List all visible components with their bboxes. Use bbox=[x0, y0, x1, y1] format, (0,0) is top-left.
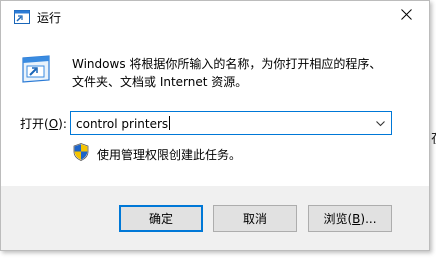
close-icon bbox=[401, 9, 412, 23]
admin-note: 使用管理权限创建此任务。 bbox=[97, 148, 242, 162]
dropdown-button[interactable] bbox=[371, 112, 389, 134]
open-mnemonic: O bbox=[48, 117, 59, 131]
button-bar: 确定 取消 浏览(B)... bbox=[1, 186, 429, 250]
description-line-1: Windows 将根据你所输入的名称，为你打开相应的程序、 bbox=[72, 57, 382, 71]
cancel-button[interactable]: 取消 bbox=[213, 205, 297, 232]
browse-mnemonic: B bbox=[352, 211, 361, 226]
open-combobox[interactable]: control printers bbox=[70, 111, 392, 135]
run-dialog: 运行 Windows 将根据你所输入的名称，为你打开相应的程序、 文件夹、文档或… bbox=[0, 0, 430, 251]
ok-button[interactable]: 确定 bbox=[119, 205, 203, 232]
description-text: Windows 将根据你所输入的名称，为你打开相应的程序、 文件夹、文档或 In… bbox=[72, 55, 412, 91]
background-window-text: 在 bbox=[431, 128, 436, 148]
open-label: 打开(O): bbox=[20, 117, 67, 131]
window-title: 运行 bbox=[37, 11, 62, 25]
title-bar[interactable]: 运行 bbox=[1, 1, 429, 31]
browse-button[interactable]: 浏览(B)... bbox=[308, 205, 392, 232]
uac-shield-icon bbox=[73, 143, 89, 161]
run-app-icon bbox=[14, 10, 30, 24]
open-input[interactable]: control printers bbox=[76, 116, 171, 131]
chevron-down-icon bbox=[375, 116, 385, 130]
run-app-large-icon bbox=[19, 54, 53, 84]
close-button[interactable] bbox=[384, 1, 429, 31]
description-line-2: 文件夹、文档或 Internet 资源。 bbox=[72, 75, 248, 89]
